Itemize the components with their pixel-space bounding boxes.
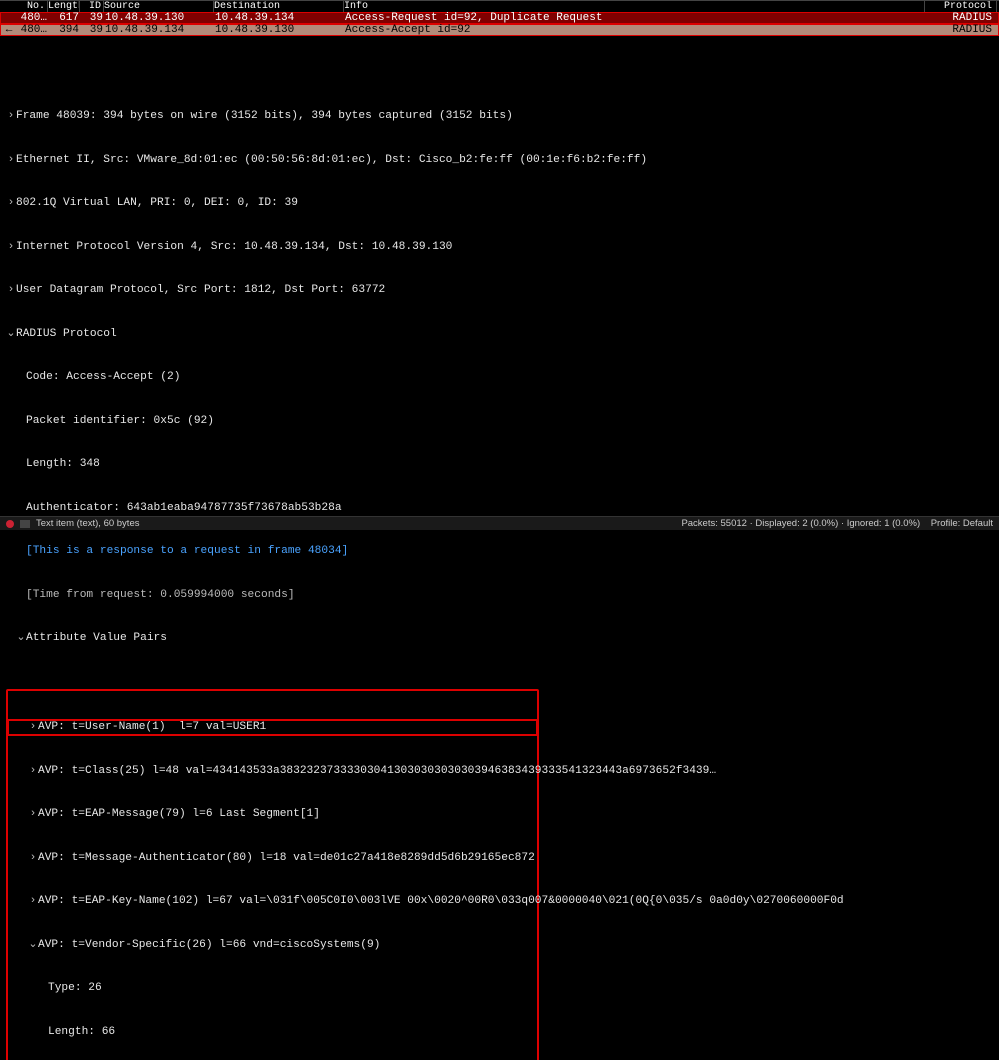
cell-proto: RADIUS [924, 24, 996, 36]
twisty-icon[interactable]: › [6, 153, 16, 168]
tree-vs-type[interactable]: Type: 26 [8, 981, 537, 996]
cell-no: 480… [15, 24, 49, 36]
twisty-icon[interactable]: › [28, 807, 38, 822]
tree-avps[interactable]: ⌄Attribute Value Pairs [6, 631, 999, 646]
tree-avp-vs9[interactable]: ⌄AVP: t=Vendor-Specific(26) l=66 vnd=cis… [8, 938, 537, 953]
tree-ip[interactable]: ›Internet Protocol Version 4, Src: 10.48… [6, 240, 999, 255]
tree-avp-class[interactable]: ›AVP: t=Class(25) l=48 val=434143533a383… [8, 764, 537, 779]
twisty-icon[interactable]: ⌄ [28, 938, 38, 953]
packet-list[interactable]: 480… 617 39 10.48.39.130 10.48.39.134 Ac… [0, 12, 999, 36]
tree-avp-user[interactable]: ›AVP: t=User-Name(1) l=7 val=USER1 [8, 720, 537, 735]
cell-dst: 10.48.39.130 [215, 24, 345, 36]
packet-details-pane[interactable]: ›Frame 48039: 394 bytes on wire (3152 bi… [0, 76, 999, 1060]
cell-src: 10.48.39.130 [105, 12, 215, 24]
twisty-icon[interactable]: › [6, 240, 16, 255]
col-length[interactable]: Length [48, 1, 80, 12]
twisty-icon[interactable]: › [6, 109, 16, 124]
cell-id: 39 [81, 24, 105, 36]
tree-ethernet[interactable]: ›Ethernet II, Src: VMware_8d:01:ec (00:5… [6, 153, 999, 168]
cell-info: Access-Request id=92, Duplicate Request [345, 12, 924, 24]
tree-length[interactable]: Length: 348 [6, 457, 999, 472]
status-right-text: Packets: 55012 · Displayed: 2 (0.0%) · I… [681, 518, 920, 529]
col-info[interactable]: Info [344, 1, 925, 12]
col-source[interactable]: Source [104, 1, 214, 12]
tree-code[interactable]: Code: Access-Accept (2) [6, 370, 999, 385]
cell-len: 394 [49, 24, 81, 36]
twisty-icon[interactable]: › [28, 851, 38, 866]
twisty-icon[interactable]: › [6, 196, 16, 211]
highlight-box-1: ›AVP: t=User-Name(1) l=7 val=USER1 ›AVP:… [6, 689, 539, 1060]
tree-avp-eap[interactable]: ›AVP: t=EAP-Message(79) l=6 Last Segment… [8, 807, 537, 822]
twisty-icon[interactable]: › [28, 720, 38, 735]
tree-auth[interactable]: Authenticator: 643ab1eaba94787735f73678a… [6, 501, 999, 516]
cell-id: 39 [81, 12, 105, 24]
cell-proto: RADIUS [924, 12, 996, 24]
tree-avp-ekn[interactable]: ›AVP: t=EAP-Key-Name(102) l=67 val=\031f… [8, 894, 537, 909]
twisty-icon[interactable]: ⌄ [6, 327, 16, 342]
tree-vlan[interactable]: ›802.1Q Virtual LAN, PRI: 0, DEI: 0, ID:… [6, 196, 999, 211]
related-marker: ← [3, 24, 15, 36]
tree-frame[interactable]: ›Frame 48039: 394 bytes on wire (3152 bi… [6, 109, 999, 124]
tree-udp[interactable]: ›User Datagram Protocol, Src Port: 1812,… [6, 283, 999, 298]
expert-info-icon[interactable] [20, 520, 30, 528]
status-profile[interactable]: Profile: Default [931, 518, 993, 529]
packet-row[interactable]: 480… 617 39 10.48.39.130 10.48.39.134 Ac… [0, 12, 999, 24]
tree-avp-ma[interactable]: ›AVP: t=Message-Authenticator(80) l=18 v… [8, 851, 537, 866]
cell-dst: 10.48.39.134 [215, 12, 345, 24]
tree-vs-len[interactable]: Length: 66 [8, 1025, 537, 1040]
twisty-icon[interactable]: › [28, 894, 38, 909]
tree-radius[interactable]: ⌄RADIUS Protocol [6, 327, 999, 342]
tree-time[interactable]: [Time from request: 0.059994000 seconds] [6, 588, 999, 603]
col-id[interactable]: ID [80, 1, 104, 12]
twisty-icon[interactable]: › [6, 283, 16, 298]
col-destination[interactable]: Destination [214, 1, 344, 12]
col-no[interactable]: No. [14, 1, 48, 12]
cell-no: 480… [15, 12, 49, 24]
tree-pkt-id[interactable]: Packet identifier: 0x5c (92) [6, 414, 999, 429]
cell-src: 10.48.39.134 [105, 24, 215, 36]
tree-response-link[interactable]: [This is a response to a request in fram… [6, 544, 999, 559]
status-bar: Text item (text), 60 bytes Packets: 5501… [0, 516, 999, 530]
packet-row[interactable]: ← 480… 394 39 10.48.39.134 10.48.39.130 … [0, 24, 999, 36]
twisty-icon[interactable]: ⌄ [16, 631, 26, 646]
packet-list-header[interactable]: No. Length ID Source Destination Info Pr… [0, 0, 999, 12]
col-protocol[interactable]: Protocol [925, 1, 997, 12]
twisty-icon[interactable]: › [28, 764, 38, 779]
status-left-text: Text item (text), 60 bytes [36, 518, 139, 529]
cell-len: 617 [49, 12, 81, 24]
cell-info: Access-Accept id=92 [345, 24, 924, 36]
capture-indicator-icon[interactable] [6, 520, 14, 528]
